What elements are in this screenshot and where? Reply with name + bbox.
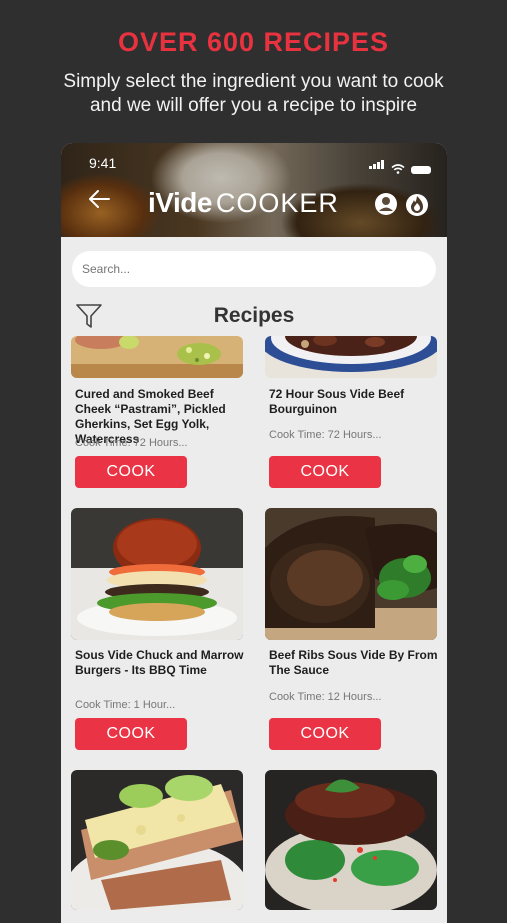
recipe-image[interactable]: [265, 336, 437, 378]
promo-subline: Simply select the ingredient you want to…: [0, 70, 507, 118]
recipe-title: Sous Vide Chuck and Marrow Burgers - Its…: [75, 648, 244, 677]
back-arrow-icon[interactable]: [87, 189, 111, 209]
status-icons: [369, 156, 431, 174]
promo-headline: OVER 600 RECIPES: [117, 27, 390, 57]
signal-icon: [369, 156, 385, 174]
recipe-image[interactable]: [265, 508, 437, 640]
page-title: Recipes: [213, 304, 295, 327]
recipe-cook-time: Cook Time: 72 Hours...: [269, 429, 382, 441]
phone-screen: 9:41 iVide COOKER Recipes: [61, 143, 447, 923]
app-logo: iVide COOKER: [148, 187, 339, 219]
recipe-image[interactable]: [71, 508, 243, 640]
promo-subline-2: and we will offer you a recipe to inspir…: [89, 95, 418, 116]
logo-bold-text: iVide: [148, 187, 212, 218]
recipe-title: Beef Ribs Sous Vide By From The Sauce: [269, 648, 438, 677]
cook-button[interactable]: COOK: [75, 718, 187, 750]
promo-subline-1: Simply select the ingredient you want to…: [63, 71, 444, 92]
recipe-image[interactable]: [71, 770, 243, 910]
cook-button[interactable]: COOK: [269, 456, 381, 488]
user-icon[interactable]: [374, 192, 398, 216]
cook-button[interactable]: COOK: [75, 456, 187, 488]
recipe-cook-time: Cook Time: 72 Hours...: [75, 437, 188, 449]
recipe-image[interactable]: [265, 770, 437, 910]
status-time: 9:41: [89, 155, 117, 171]
recipe-title: 72 Hour Sous Vide Beef Bourguinon: [269, 387, 405, 416]
search-input[interactable]: [72, 251, 436, 287]
recipe-cook-time: Cook Time: 1 Hour...: [75, 699, 176, 711]
cook-button[interactable]: COOK: [269, 718, 381, 750]
fire-icon[interactable]: [405, 191, 429, 217]
recipe-cook-time: Cook Time: 12 Hours...: [269, 691, 382, 703]
wifi-icon: [391, 164, 405, 174]
battery-icon: [411, 166, 431, 174]
logo-light-text: COOKER: [215, 188, 339, 218]
recipe-image[interactable]: [71, 336, 243, 378]
